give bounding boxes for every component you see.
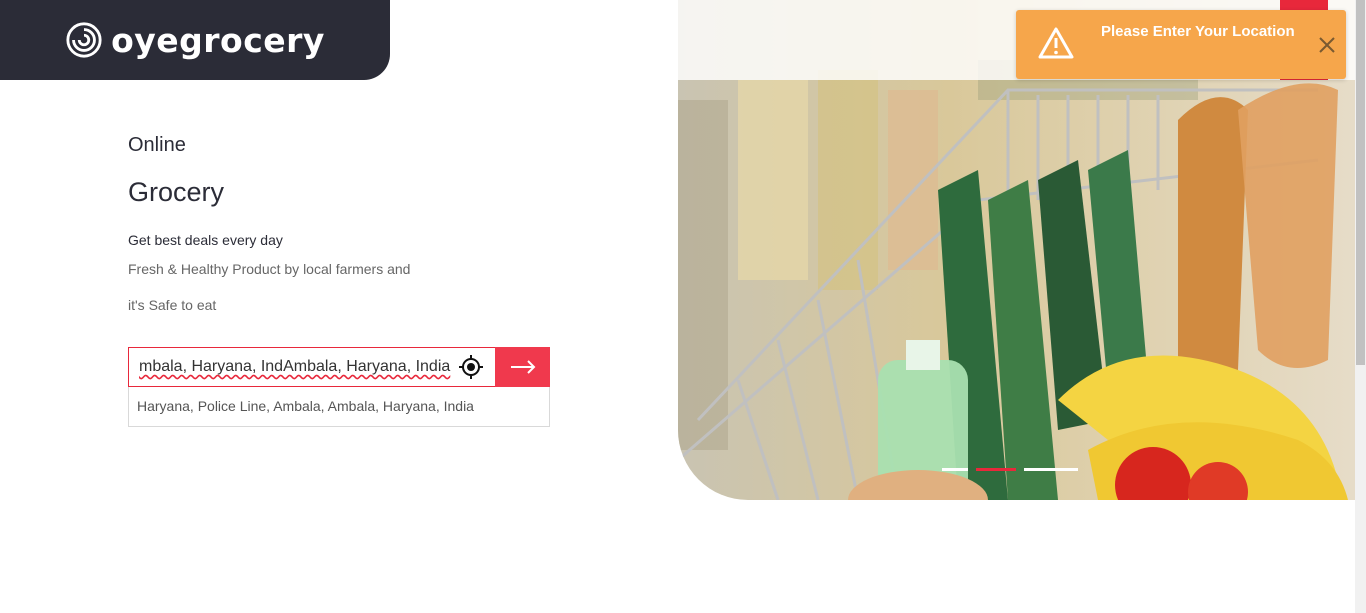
hero-tagline: Get best deals every day (128, 232, 283, 248)
scrollbar-thumb[interactable] (1356, 0, 1365, 365)
arrow-right-icon (510, 360, 535, 374)
warning-toast: Please Enter Your Location (1016, 10, 1346, 79)
search-submit-button[interactable] (495, 347, 550, 387)
slider-dot[interactable] (942, 468, 968, 471)
slider-dot[interactable] (1024, 468, 1078, 471)
header: oyegrocery (0, 0, 678, 80)
location-suggestion-item[interactable]: Haryana, Police Line, Ambala, Ambala, Ha… (128, 387, 550, 427)
warning-icon (1038, 27, 1074, 59)
slider-dot-active[interactable] (976, 468, 1016, 471)
logo[interactable]: oyegrocery (0, 0, 390, 80)
hero-description-continued: it's Safe to eat (128, 297, 217, 313)
close-icon[interactable] (1314, 32, 1340, 58)
hero-headline: Grocery (128, 177, 225, 207)
location-input[interactable]: mbala, Haryana, IndAmbala, Haryana, Indi… (128, 347, 495, 387)
toast-message: Please Enter Your Location (1101, 23, 1295, 40)
location-search: mbala, Haryana, IndAmbala, Haryana, Indi… (128, 347, 550, 387)
page: oyegrocery Online Grocery Get best deals… (0, 0, 1366, 613)
brand-name: oyegrocery (111, 20, 325, 60)
slider-dots (942, 468, 1078, 471)
hero-eyebrow: Online (128, 134, 186, 156)
hero-description: Fresh & Healthy Product by local farmers… (128, 261, 411, 277)
crosshair-icon[interactable] (458, 354, 484, 380)
logo-icon (66, 22, 102, 58)
